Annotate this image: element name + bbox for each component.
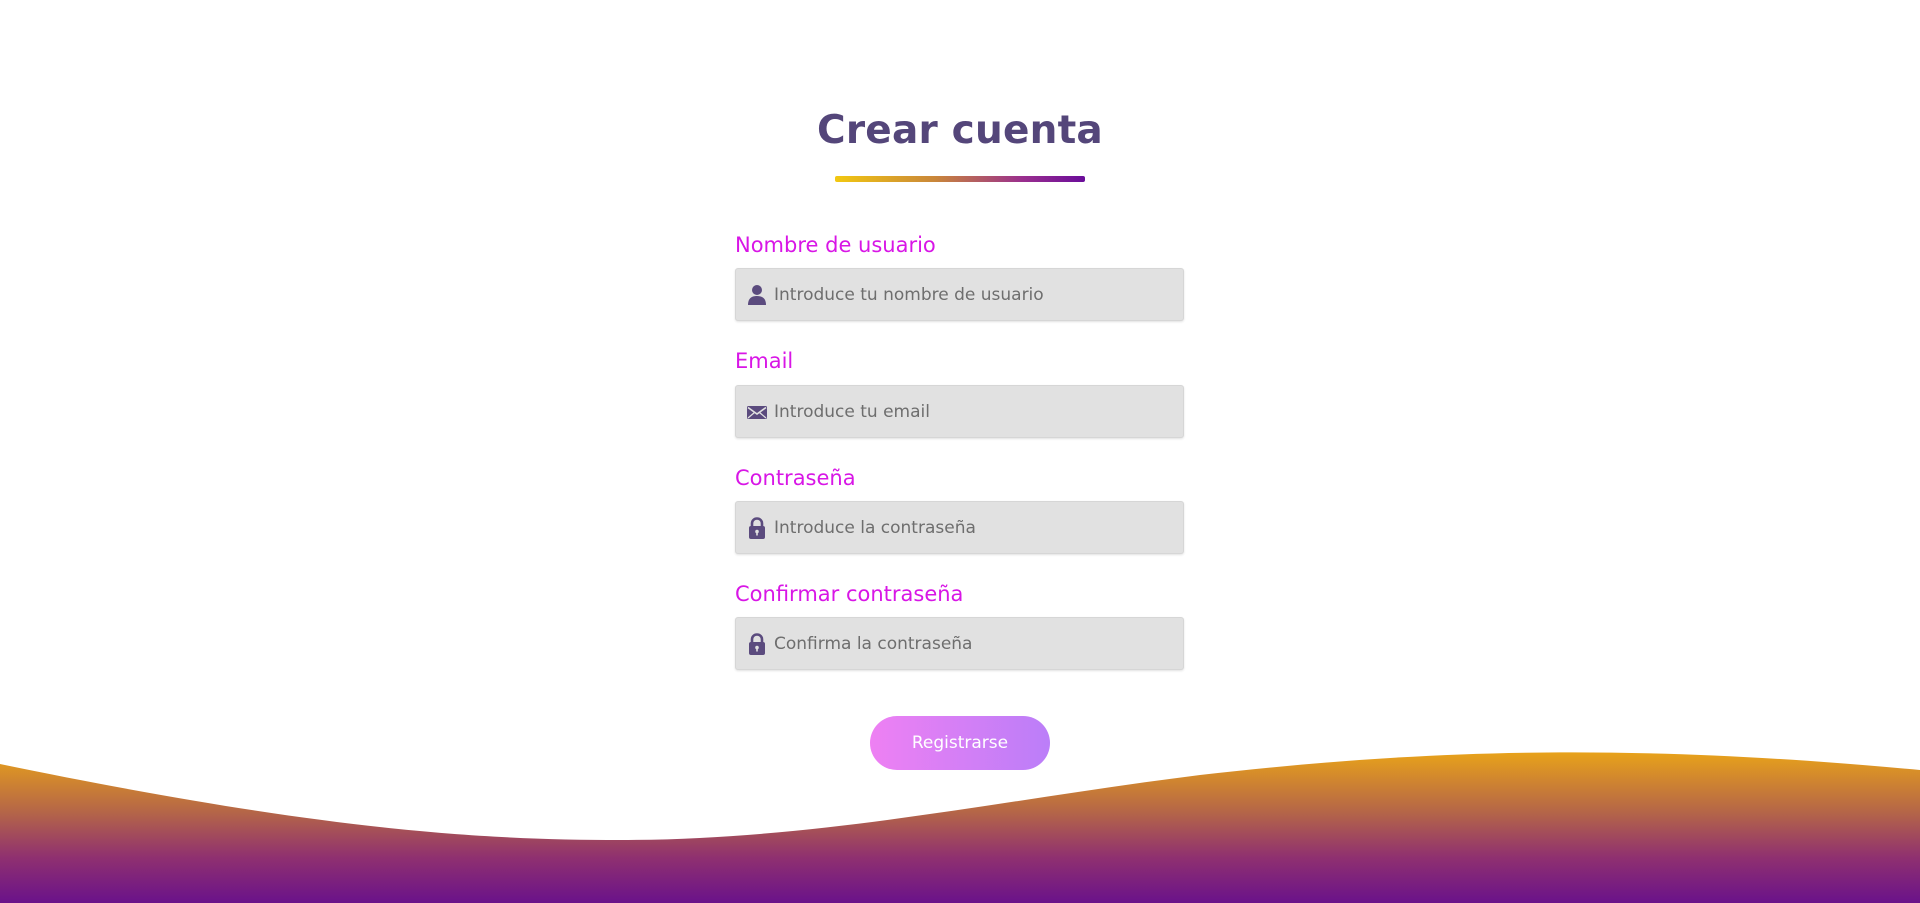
username-label: Nombre de usuario — [735, 233, 936, 257]
confirm-password-field-box — [735, 617, 1184, 670]
title-underline — [835, 176, 1085, 182]
email-label: Email — [735, 349, 794, 373]
email-input[interactable] — [774, 386, 1174, 437]
lock-icon — [746, 632, 768, 656]
page-title: Crear cuenta — [817, 108, 1103, 153]
register-button[interactable]: Registrarse — [870, 716, 1050, 770]
password-input[interactable] — [774, 502, 1174, 553]
confirm-password-label: Confirmar contraseña — [735, 582, 964, 606]
envelope-icon — [746, 400, 768, 424]
user-icon — [746, 283, 768, 307]
username-input[interactable] — [774, 269, 1174, 320]
confirm-password-input[interactable] — [774, 618, 1174, 669]
username-field-box — [735, 268, 1184, 321]
register-page: Crear cuenta Nombre de usuario Email — [0, 0, 1920, 903]
lock-icon — [746, 516, 768, 540]
email-field-box — [735, 385, 1184, 438]
password-field-box — [735, 501, 1184, 554]
password-label: Contraseña — [735, 466, 856, 490]
